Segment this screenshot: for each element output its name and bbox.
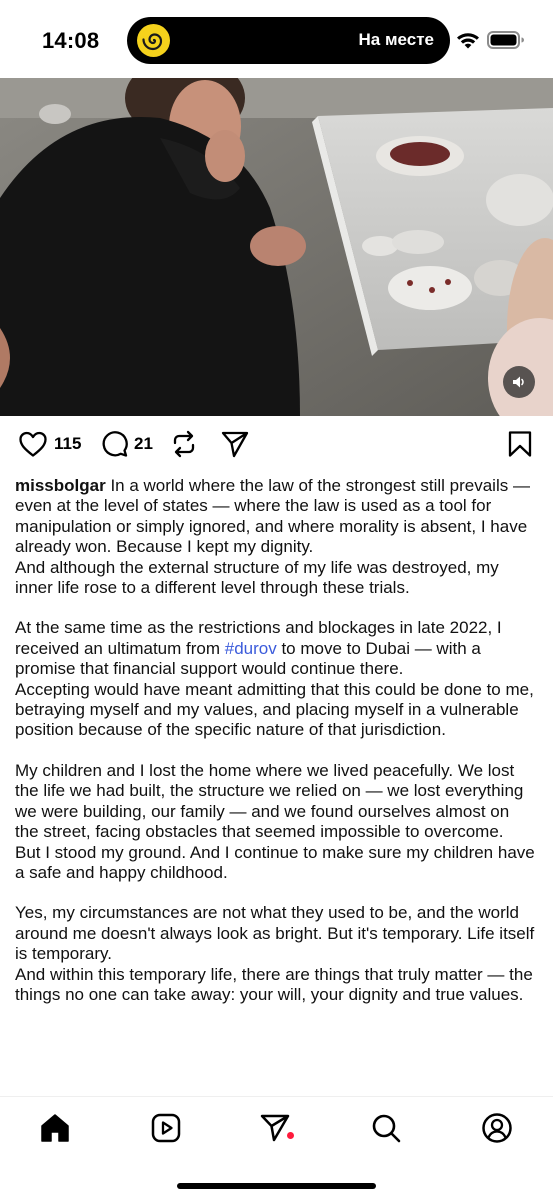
volume-button[interactable] [503, 366, 535, 398]
send-icon [221, 431, 249, 458]
caption-paragraph: And within this temporary life, there ar… [15, 964, 533, 1004]
repost-button[interactable] [170, 430, 198, 458]
speaker-icon [513, 376, 524, 388]
caption-paragraph: At the same time as the restrictions and… [15, 618, 537, 679]
status-time: 14:08 [42, 28, 100, 53]
comment-button[interactable]: 21 [100, 430, 153, 458]
home-indicator[interactable] [177, 1183, 376, 1189]
search-icon [372, 1114, 401, 1143]
reels-icon [151, 1113, 181, 1143]
caption-paragraph: And although the external structure of m… [15, 557, 499, 598]
nav-profile[interactable] [480, 1111, 514, 1145]
comment-icon [102, 431, 128, 457]
dynamic-island[interactable]: На месте [127, 17, 450, 64]
nav-reels[interactable] [149, 1111, 183, 1145]
post-actions: 115 21 [0, 416, 553, 476]
nav-direct[interactable] [258, 1111, 292, 1145]
battery-icon [487, 31, 524, 49]
notification-dot [287, 1132, 294, 1139]
caption-paragraph: Accepting would have meant admitting tha… [15, 679, 534, 740]
hashtag-link[interactable]: #durov [225, 639, 277, 658]
caption-paragraph: My children and I lost the home where we… [15, 760, 524, 842]
wifi-icon [457, 33, 479, 49]
profile-icon [482, 1113, 512, 1143]
spiral-app-icon [137, 24, 170, 57]
activity-text: На месте [358, 30, 435, 49]
post-video[interactable] [0, 78, 553, 416]
comment-count: 21 [134, 434, 153, 453]
caption-paragraph: missbolgar In a world where the law of t… [15, 476, 537, 558]
caption-username[interactable]: missbolgar [15, 476, 106, 495]
share-button[interactable] [220, 430, 250, 458]
bookmark-icon [508, 431, 532, 457]
nav-search[interactable] [369, 1111, 403, 1145]
post-caption: missbolgar In a world where the law of t… [15, 476, 537, 1005]
caption-paragraph: Yes, my circumstances are not what they … [15, 903, 535, 964]
video-frame-image [0, 78, 553, 416]
repost-icon [173, 430, 195, 458]
heart-icon [19, 431, 47, 457]
like-button[interactable]: 115 [18, 430, 81, 458]
direct-icon [260, 1114, 290, 1142]
caption-paragraph: But I stood my ground. And I continue to… [15, 842, 535, 882]
like-count: 115 [54, 434, 82, 453]
nav-home[interactable] [38, 1111, 72, 1145]
home-icon [41, 1114, 69, 1142]
status-bar: 14:08 На месте [0, 0, 553, 78]
save-button[interactable] [507, 430, 533, 458]
